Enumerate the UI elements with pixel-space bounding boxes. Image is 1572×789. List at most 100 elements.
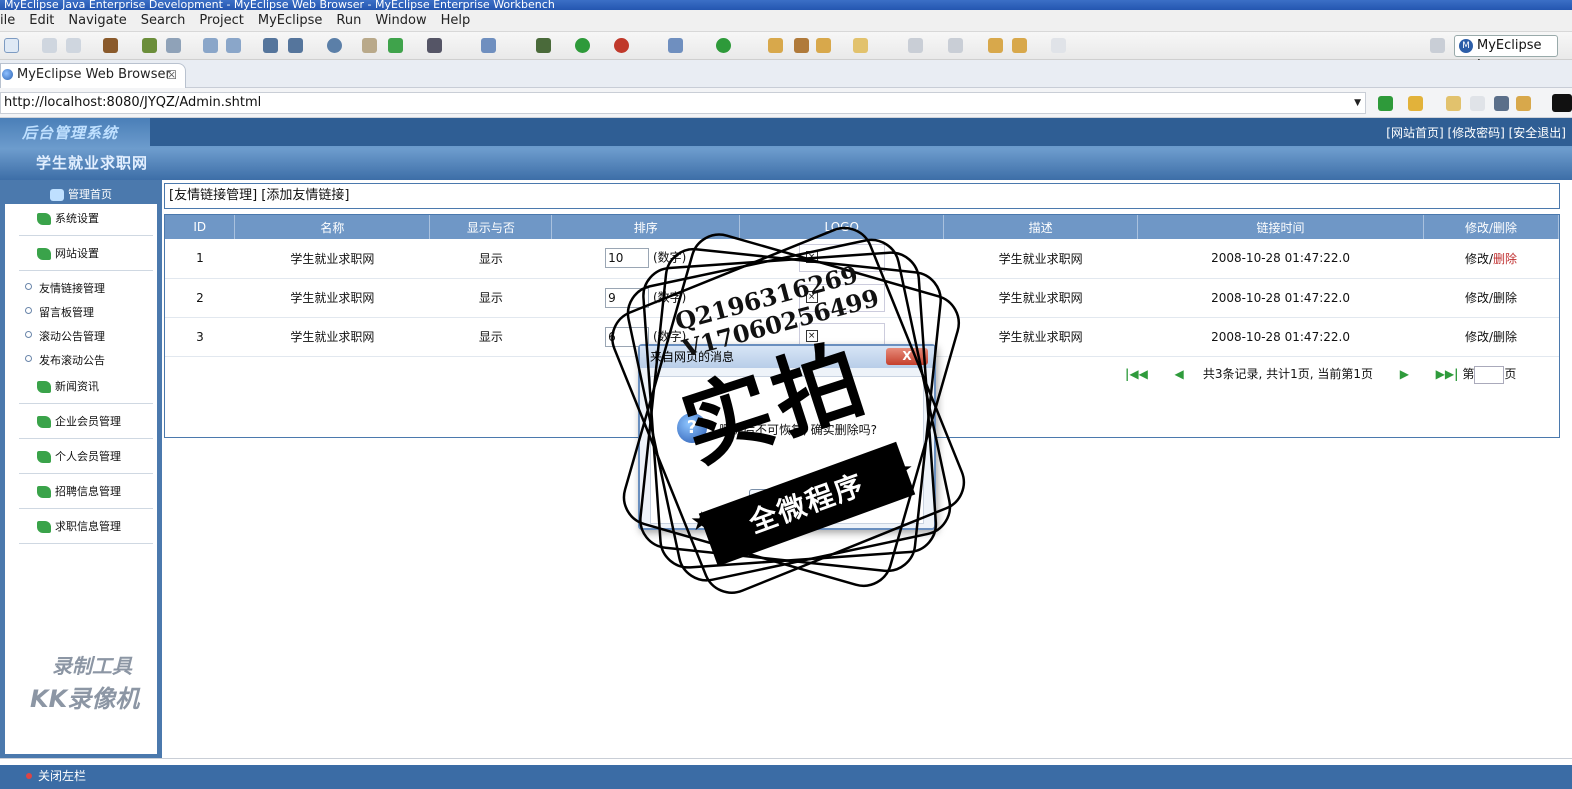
open-type-icon[interactable]: [362, 38, 377, 53]
last-page-icon[interactable]: ▶▶|: [1436, 367, 1459, 381]
next-page-icon[interactable]: ▶: [1400, 367, 1409, 381]
refresh-icon[interactable]: [1516, 96, 1531, 111]
globe-icon[interactable]: [327, 38, 342, 53]
server-icon[interactable]: [166, 38, 181, 53]
sidebar-item-friend-links[interactable]: 友情链接管理: [25, 280, 105, 296]
run-icon[interactable]: [575, 38, 590, 53]
sidebar-item-system-settings[interactable]: 系统设置: [19, 204, 153, 236]
deploy-icon[interactable]: [203, 38, 218, 53]
sidebar-item-news[interactable]: 新闻资讯: [19, 372, 153, 404]
sidebar-item-scroll-notice[interactable]: 滚动公告管理: [25, 328, 105, 344]
watermark-line-2: KK录像机: [30, 685, 140, 713]
chevron-down-icon[interactable]: ▼: [1354, 93, 1361, 113]
prev-annotation-icon[interactable]: [948, 38, 963, 53]
debug-icon[interactable]: [142, 38, 157, 53]
sidebar-item-recruitment[interactable]: 招聘信息管理: [19, 477, 153, 509]
back-icon[interactable]: [1446, 96, 1461, 111]
package-icon[interactable]: [103, 38, 118, 53]
menu-edit[interactable]: Edit: [22, 10, 61, 28]
sidebar-item-home[interactable]: 管理首页: [50, 186, 112, 202]
menu-search[interactable]: Search: [134, 10, 193, 28]
close-sidebar-label: 关闭左栏: [38, 769, 87, 783]
folder-icon[interactable]: [768, 38, 783, 53]
forward-icon[interactable]: [1051, 38, 1066, 53]
menu-myeclipse[interactable]: MyEclipse: [251, 10, 330, 28]
cell-id: 1: [165, 239, 235, 279]
open-folder-icon[interactable]: [816, 38, 831, 53]
breadcrumb-links[interactable]: [友情链接管理] [添加友情链接]: [169, 188, 349, 203]
site-title: 学生就业求职网: [36, 154, 149, 172]
go-icon[interactable]: [1378, 96, 1393, 111]
new-icon[interactable]: [4, 38, 19, 53]
copy-icon[interactable]: [853, 38, 868, 53]
delete-link[interactable]: 删除: [1493, 252, 1517, 266]
bug-icon[interactable]: [536, 38, 551, 53]
home-icon: [50, 189, 64, 201]
url-input[interactable]: http://localhost:8080/JYQZ/Admin.shtml ▼: [0, 92, 1366, 114]
menu-run[interactable]: Run: [329, 10, 368, 28]
report-icon[interactable]: [288, 38, 303, 53]
window-title-bar: MyEclipse Java Enterprise Development - …: [0, 0, 1572, 10]
window-title: MyEclipse Java Enterprise Development - …: [4, 0, 555, 10]
sidebar-item-label: 求职信息管理: [55, 520, 121, 533]
last-edit-icon[interactable]: [988, 38, 1003, 53]
globe-icon: [2, 69, 13, 80]
folder-icon: [37, 486, 51, 498]
sidebar-item-personal-members[interactable]: 个人会员管理: [19, 442, 153, 474]
pen-icon[interactable]: [794, 38, 809, 53]
forward-icon[interactable]: [1470, 96, 1485, 111]
cell-time: 2008-10-28 01:47:22.0: [1137, 278, 1424, 318]
banner-top-strip: [150, 118, 1572, 146]
edit-link[interactable]: 修改: [1465, 252, 1489, 266]
admin-banner: 后台管理系统 学生就业求职网 [网站首页] [修改密码] [安全退出]: [0, 118, 1572, 180]
camera-icon[interactable]: [427, 38, 442, 53]
page-number-input[interactable]: [1474, 365, 1505, 384]
open-perspective-icon[interactable]: [1430, 38, 1445, 53]
add-icon[interactable]: [388, 38, 403, 53]
page-prefix: 第: [1462, 367, 1475, 381]
search-icon[interactable]: [668, 38, 683, 53]
new-class-icon[interactable]: [481, 38, 496, 53]
sidebar-item-guestbook[interactable]: 留言板管理: [25, 304, 94, 320]
prev-page-icon[interactable]: ◀: [1175, 367, 1184, 381]
run-external-icon[interactable]: [614, 38, 629, 53]
first-page-icon[interactable]: |◀◀: [1125, 367, 1148, 381]
menu-help[interactable]: Help: [434, 10, 478, 28]
edit-link[interactable]: 修改: [1465, 330, 1489, 344]
db-icon[interactable]: [263, 38, 278, 53]
menu-navigate[interactable]: Navigate: [61, 10, 133, 28]
undeploy-icon[interactable]: [226, 38, 241, 53]
sidebar-item-job-seeking[interactable]: 求职信息管理: [19, 512, 153, 544]
refresh-icon[interactable]: [716, 38, 731, 53]
edit-link[interactable]: 修改: [1465, 291, 1489, 305]
save-icon[interactable]: [42, 38, 57, 53]
console-icon[interactable]: [1552, 94, 1572, 112]
logo-title: 后台管理系统: [22, 124, 119, 142]
cell-name: 学生就业求职网: [234, 239, 430, 279]
bottom-bar: 关闭左栏: [0, 758, 1572, 789]
cell-name: 学生就业求职网: [234, 278, 430, 318]
sidebar-item-label: 招聘信息管理: [55, 485, 121, 498]
favorites-icon[interactable]: [1408, 96, 1423, 111]
cell-show: 显示: [429, 317, 552, 357]
delete-link[interactable]: 删除: [1493, 291, 1517, 305]
print-icon[interactable]: [66, 38, 81, 53]
perspective-button[interactable]: M MyEclipse J...: [1454, 35, 1558, 73]
delete-link[interactable]: 删除: [1493, 330, 1517, 344]
main-toolbar: M MyEclipse J...: [0, 32, 1572, 73]
top-links[interactable]: [网站首页] [修改密码] [安全退出]: [1386, 124, 1566, 141]
back-icon[interactable]: [1012, 38, 1027, 53]
next-annotation-icon[interactable]: [908, 38, 923, 53]
close-icon[interactable]: ☒: [166, 64, 177, 86]
menu-file[interactable]: ile: [0, 10, 22, 28]
stop-icon[interactable]: [1494, 96, 1509, 111]
sidebar-item-label: 新闻资讯: [55, 380, 99, 393]
sidebar-item-company-members[interactable]: 企业会员管理: [19, 407, 153, 439]
sidebar-item-publish-notice[interactable]: 发布滚动公告: [25, 352, 105, 368]
menu-project[interactable]: Project: [192, 10, 250, 28]
tab-web-browser[interactable]: MyEclipse Web Browser ☒: [0, 63, 186, 88]
close-sidebar-bar[interactable]: 关闭左栏: [0, 765, 1572, 789]
menu-window[interactable]: Window: [368, 10, 433, 28]
col-name: 名称: [234, 215, 431, 239]
sidebar-item-site-settings[interactable]: 网站设置: [19, 239, 153, 271]
